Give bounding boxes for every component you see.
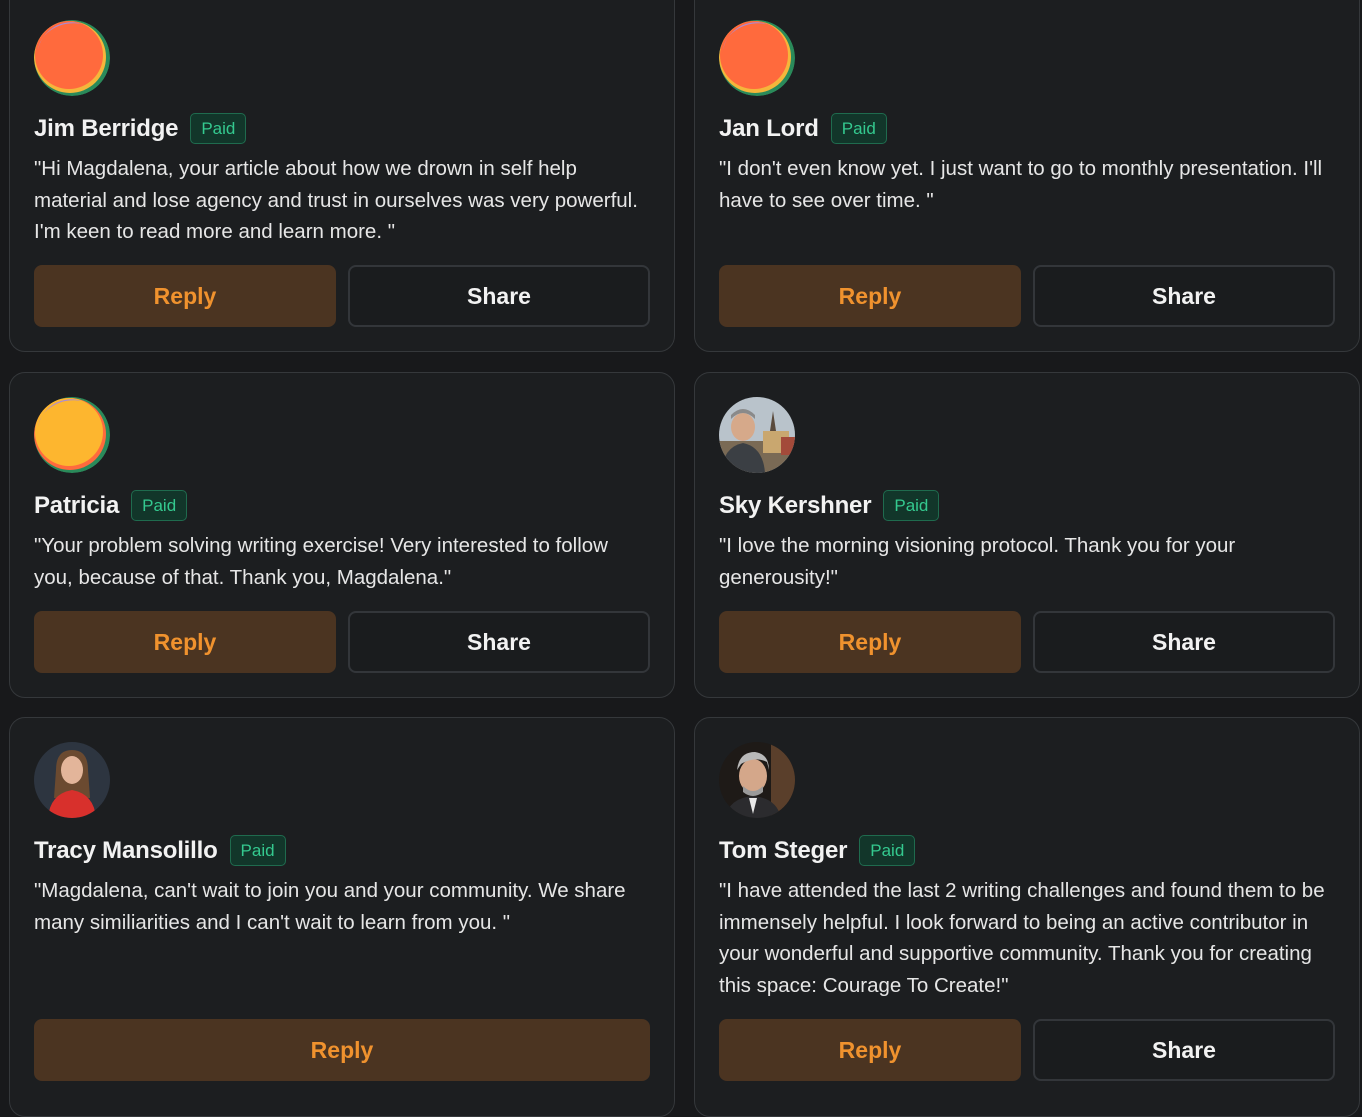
commenter-name[interactable]: Jan Lord bbox=[719, 115, 819, 143]
share-button[interactable]: Share bbox=[348, 265, 650, 327]
comment-card: Jan Lord Paid "I don't even know yet. I … bbox=[694, 0, 1360, 352]
comment-card: Patricia Paid "Your problem solving writ… bbox=[9, 372, 675, 698]
gradient-yellow-icon[interactable] bbox=[34, 397, 110, 473]
comment-header: Tracy Mansolillo Paid bbox=[34, 835, 286, 866]
comment-card: Tom Steger Paid "I have attended the las… bbox=[694, 717, 1360, 1117]
comment-text: "I don't even know yet. I just want to g… bbox=[719, 157, 1323, 212]
reply-button[interactable]: Reply bbox=[34, 265, 336, 327]
gradient-orange-icon[interactable] bbox=[34, 20, 110, 96]
reply-button[interactable]: Reply bbox=[719, 1019, 1021, 1081]
paid-badge: Paid bbox=[190, 113, 247, 144]
gradient-orange-icon[interactable] bbox=[719, 20, 795, 96]
paid-badge: Paid bbox=[229, 835, 286, 866]
reply-button[interactable]: Reply bbox=[719, 611, 1021, 673]
reply-button[interactable]: Reply bbox=[34, 1019, 650, 1081]
commenter-name[interactable]: Jim Berridge bbox=[34, 115, 179, 143]
comment-text: "Hi Magdalena, your article about how we… bbox=[34, 157, 638, 243]
comment-text: "Magdalena, can't wait to join you and y… bbox=[34, 879, 626, 934]
photo-man-grey-hair[interactable] bbox=[719, 742, 795, 818]
comment-text: "I love the morning visioning protocol. … bbox=[719, 534, 1236, 589]
share-button[interactable]: Share bbox=[1033, 265, 1335, 327]
photo-man-outdoors[interactable] bbox=[719, 397, 795, 473]
comment-header: Jim Berridge Paid bbox=[34, 113, 247, 144]
comment-text: "I have attended the last 2 writing chal… bbox=[719, 879, 1325, 997]
comment-card: Jim Berridge Paid "Hi Magdalena, your ar… bbox=[9, 0, 675, 352]
comment-header: Sky Kershner Paid bbox=[719, 490, 940, 521]
commenter-name[interactable]: Patricia bbox=[34, 492, 119, 520]
share-button[interactable]: Share bbox=[348, 611, 650, 673]
reply-button[interactable]: Reply bbox=[719, 265, 1021, 327]
paid-badge: Paid bbox=[883, 490, 940, 521]
commenter-name[interactable]: Tracy Mansolillo bbox=[34, 837, 218, 865]
paid-badge: Paid bbox=[131, 490, 188, 521]
commenter-name[interactable]: Tom Steger bbox=[719, 837, 847, 865]
share-button[interactable]: Share bbox=[1033, 1019, 1335, 1081]
comment-card: Sky Kershner Paid "I love the morning vi… bbox=[694, 372, 1360, 698]
comment-card: Tracy Mansolillo Paid "Magdalena, can't … bbox=[9, 717, 675, 1117]
reply-button[interactable]: Reply bbox=[34, 611, 336, 673]
share-button[interactable]: Share bbox=[1033, 611, 1335, 673]
comment-header: Jan Lord Paid bbox=[719, 113, 887, 144]
comment-text: "Your problem solving writing exercise! … bbox=[34, 534, 608, 589]
comment-header: Patricia Paid bbox=[34, 490, 188, 521]
photo-woman-red-top[interactable] bbox=[34, 742, 110, 818]
paid-badge: Paid bbox=[859, 835, 916, 866]
comment-header: Tom Steger Paid bbox=[719, 835, 916, 866]
commenter-name[interactable]: Sky Kershner bbox=[719, 492, 872, 520]
paid-badge: Paid bbox=[830, 113, 887, 144]
